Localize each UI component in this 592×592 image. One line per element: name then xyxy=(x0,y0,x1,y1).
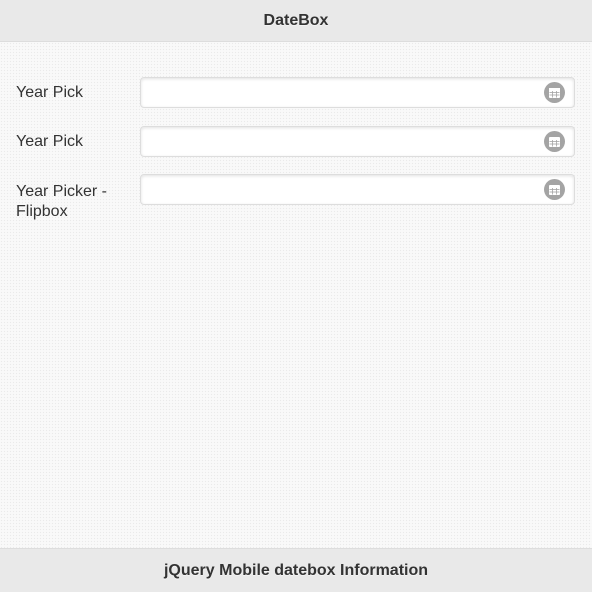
year-pick-input-2[interactable] xyxy=(141,127,536,156)
year-picker-flipbox-input[interactable] xyxy=(141,175,536,204)
page-footer: jQuery Mobile datebox Information xyxy=(0,548,592,592)
year-picker-flipbox-field[interactable] xyxy=(140,174,575,205)
calendar-icon[interactable] xyxy=(544,179,565,200)
year-pick-field-1[interactable] xyxy=(140,77,575,108)
year-picker-flipbox-label: Year Picker - Flipbox xyxy=(16,183,107,220)
year-pick-label-1: Year Pick xyxy=(16,84,83,101)
page-header: DateBox xyxy=(0,0,592,42)
footer-title: jQuery Mobile datebox Information xyxy=(163,561,429,579)
year-pick-field-2[interactable] xyxy=(140,126,575,157)
page-title: DateBox xyxy=(263,11,329,29)
calendar-icon[interactable] xyxy=(544,131,565,152)
year-pick-label-2: Year Pick xyxy=(16,133,83,150)
calendar-icon[interactable] xyxy=(544,82,565,103)
year-pick-input-1[interactable] xyxy=(141,78,536,107)
